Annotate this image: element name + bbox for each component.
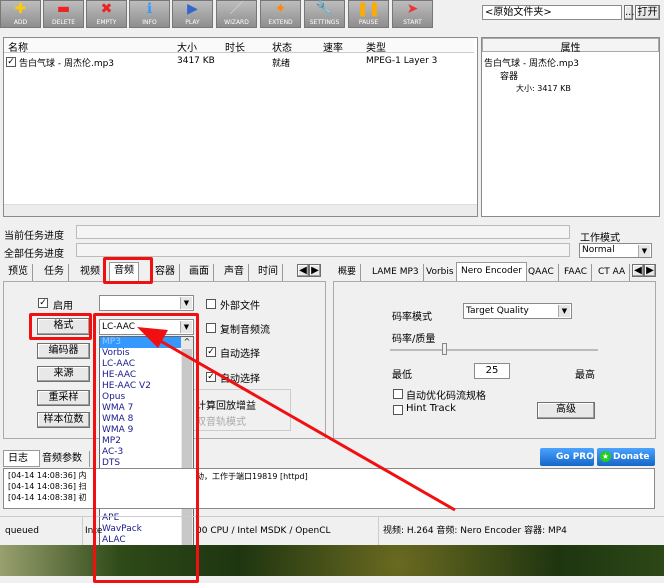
red-arrow [137,327,456,512]
